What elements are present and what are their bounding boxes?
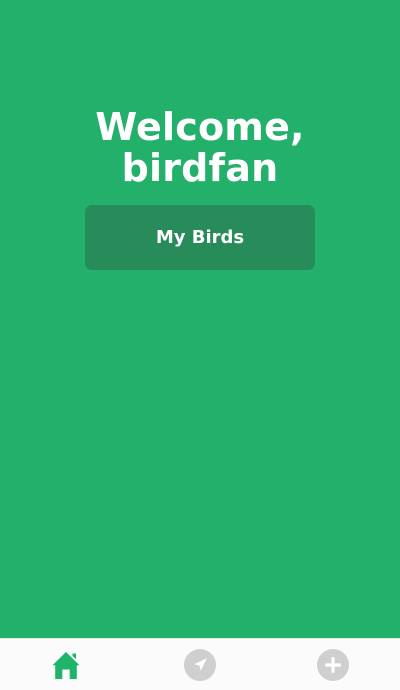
tab-add[interactable] bbox=[316, 648, 350, 682]
navigation-icon bbox=[184, 649, 216, 681]
app-screen: Welcome, birdfan My Birds bbox=[0, 0, 400, 690]
home-screen: Welcome, birdfan My Birds bbox=[0, 0, 400, 638]
my-birds-button[interactable]: My Birds bbox=[85, 205, 315, 270]
my-birds-button-label: My Birds bbox=[155, 227, 245, 248]
add-icon bbox=[317, 649, 349, 681]
tab-home[interactable] bbox=[49, 648, 83, 682]
bottom-tab-bar bbox=[0, 638, 400, 690]
tab-navigation[interactable] bbox=[183, 648, 217, 682]
welcome-heading: Welcome, birdfan bbox=[0, 107, 400, 189]
welcome-line: Welcome, bbox=[95, 105, 305, 150]
username-line: birdfan bbox=[121, 146, 279, 191]
home-icon bbox=[52, 652, 80, 679]
